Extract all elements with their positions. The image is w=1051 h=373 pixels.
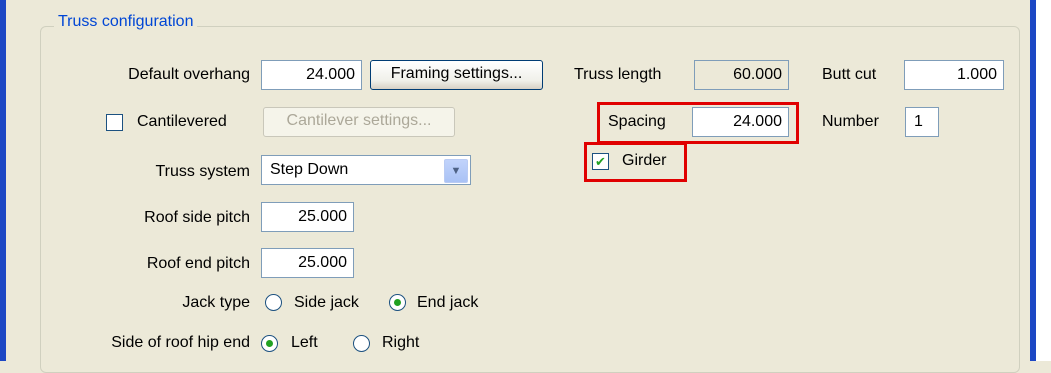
hip-end-label: Side of roof hip end	[111, 334, 250, 351]
spacing-label: Spacing	[608, 113, 666, 130]
right-label[interactable]: Right	[382, 333, 419, 353]
truss-length-label: Truss length	[574, 66, 662, 83]
girder-label[interactable]: Girder	[622, 151, 666, 171]
default-overhang-label: Default overhang	[128, 66, 250, 83]
radio-selected-dot	[266, 340, 273, 347]
default-overhang-field[interactable]: 24.000	[261, 60, 362, 90]
truss-system-dropdown[interactable]: Step Down ▼	[261, 155, 471, 185]
butt-cut-label: Butt cut	[822, 66, 877, 83]
cantilevered-label[interactable]: Cantilevered	[137, 112, 227, 132]
jack-type-label: Jack type	[182, 294, 250, 311]
number-label: Number	[822, 113, 879, 130]
window-edge	[1036, 0, 1051, 361]
truss-system-value: Step Down	[270, 161, 349, 178]
end-jack-radio[interactable]	[389, 294, 406, 311]
truss-system-label: Truss system	[155, 163, 250, 180]
check-mark-icon: ✔	[595, 154, 606, 169]
framing-settings-button[interactable]: Framing settings...	[370, 60, 543, 90]
roof-end-pitch-field[interactable]: 25.000	[261, 248, 354, 278]
butt-cut-field[interactable]: 1.000	[904, 60, 1004, 90]
number-field[interactable]: 1	[905, 107, 939, 137]
side-jack-radio[interactable]	[265, 294, 282, 311]
chevron-down-icon[interactable]: ▼	[444, 159, 468, 183]
right-radio[interactable]	[353, 335, 370, 352]
radio-selected-dot	[394, 299, 401, 306]
roof-end-pitch-label: Roof end pitch	[146, 255, 250, 272]
groupbox-title: Truss configuration	[54, 12, 198, 32]
spacing-field[interactable]: 24.000	[692, 107, 789, 137]
end-jack-label[interactable]: End jack	[417, 293, 478, 313]
girder-checkbox[interactable]: ✔	[592, 153, 609, 170]
truss-length-field: 60.000	[694, 60, 789, 90]
left-label[interactable]: Left	[291, 333, 318, 353]
roof-side-pitch-field[interactable]: 25.000	[261, 202, 354, 232]
side-jack-label[interactable]: Side jack	[294, 293, 359, 313]
window-frame-left	[0, 0, 6, 361]
cantilevered-checkbox[interactable]	[106, 114, 123, 131]
cantilever-settings-button[interactable]: Cantilever settings...	[263, 107, 455, 137]
roof-side-pitch-label: Roof side pitch	[144, 209, 250, 226]
left-radio[interactable]	[261, 335, 278, 352]
